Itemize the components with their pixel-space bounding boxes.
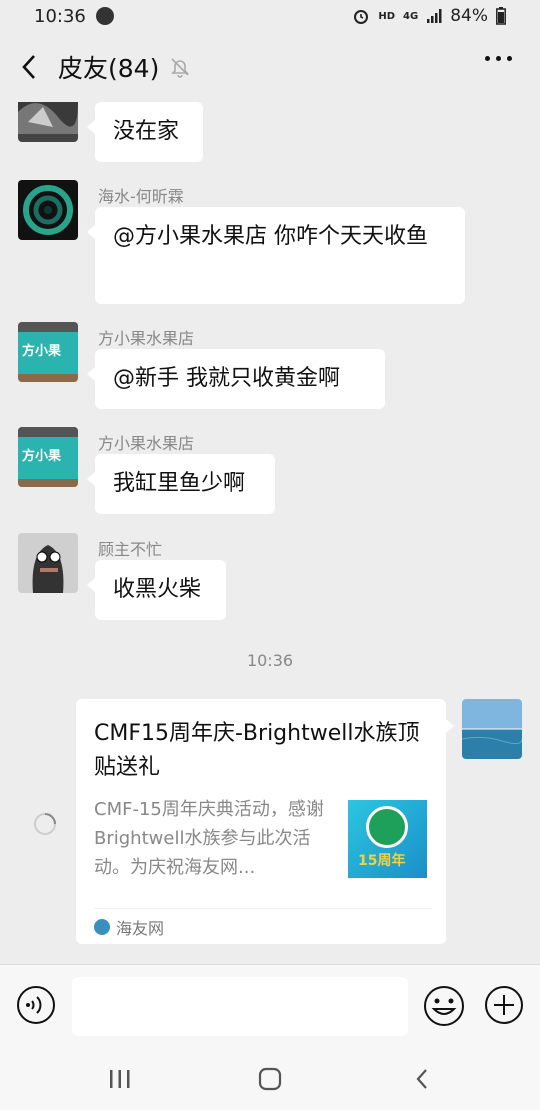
avatar[interactable] <box>18 102 78 142</box>
sender-name: 方小果水果店 <box>98 434 195 453</box>
alarm-icon <box>354 10 369 24</box>
chat-header: 皮友(84) <box>0 32 540 102</box>
battery-percent: 84% <box>450 6 488 26</box>
card-thumbnail: 15周年 <box>348 800 427 878</box>
message-timestamp: 10:36 <box>246 651 294 670</box>
notification-icon <box>95 7 114 25</box>
more-options-icon[interactable] <box>485 56 512 61</box>
status-bar: 10:36 HD 4G 84% <box>0 0 540 32</box>
network-type: 4G <box>403 10 419 22</box>
message-bubble[interactable]: @方小果水果店 你咋个天天收鱼 <box>87 207 465 304</box>
sender-name: 顾主不忙 <box>98 540 163 559</box>
mute-bell-icon <box>171 58 190 78</box>
link-card[interactable]: CMF15周年庆-Brightwell水族顶贴送礼 CMF-15周年庆典活动，感… <box>76 699 454 944</box>
battery-icon <box>496 7 506 25</box>
avatar-sign-text: 方小果 <box>22 449 62 464</box>
avatar[interactable]: 方小果 <box>18 322 78 382</box>
avatar[interactable] <box>18 533 78 593</box>
system-nav-bar <box>0 1048 540 1110</box>
recent-apps-icon[interactable] <box>102 1062 138 1096</box>
message-bubble[interactable]: 我缸里鱼少啊 <box>87 454 275 514</box>
card-source-label: 海友网 <box>116 919 165 938</box>
sender-name: 海水-何昕霖 <box>98 187 184 206</box>
sending-spinner-icon <box>34 813 56 835</box>
self-avatar[interactable] <box>462 699 522 759</box>
avatar[interactable]: 方小果 <box>18 427 78 487</box>
status-time: 10:36 <box>34 5 86 27</box>
emoji-icon[interactable] <box>423 985 465 1027</box>
chat-title: 皮友(84) <box>58 54 160 83</box>
card-title: CMF15周年庆-Brightwell水族顶贴送礼 <box>94 721 420 780</box>
source-icon <box>94 919 110 935</box>
message-bubble[interactable]: @新手 我就只收黄金啊 <box>87 349 385 409</box>
avatar-sign-text: 方小果 <box>22 344 62 359</box>
back-nav-icon[interactable] <box>404 1062 440 1096</box>
sender-name: 方小果水果店 <box>98 329 195 348</box>
voice-input-icon[interactable] <box>16 985 56 1025</box>
hd-indicator: HD <box>378 10 396 22</box>
thumb-text: 15周年 <box>358 853 406 869</box>
signal-icon <box>427 9 442 23</box>
card-divider <box>94 908 432 909</box>
message-bubble[interactable]: 没在家 <box>87 102 203 162</box>
message-bubble[interactable]: 收黑火柴 <box>87 560 226 620</box>
avatar[interactable] <box>18 180 78 240</box>
chat-area[interactable]: 没在家 海水-何昕霖 @方小果水果店 你咋个天天收鱼 方小果 方小果水果店 @新… <box>0 102 540 964</box>
card-description: CMF-15周年庆典活动，感谢Brightwell水族参与此次活动。为庆祝海友网… <box>94 799 324 878</box>
card-source: 海友网 <box>94 915 164 939</box>
plus-icon[interactable] <box>484 985 524 1025</box>
back-icon[interactable] <box>0 32 58 102</box>
input-bar <box>0 964 540 1048</box>
message-input[interactable] <box>72 977 408 1036</box>
home-icon[interactable] <box>252 1062 288 1096</box>
